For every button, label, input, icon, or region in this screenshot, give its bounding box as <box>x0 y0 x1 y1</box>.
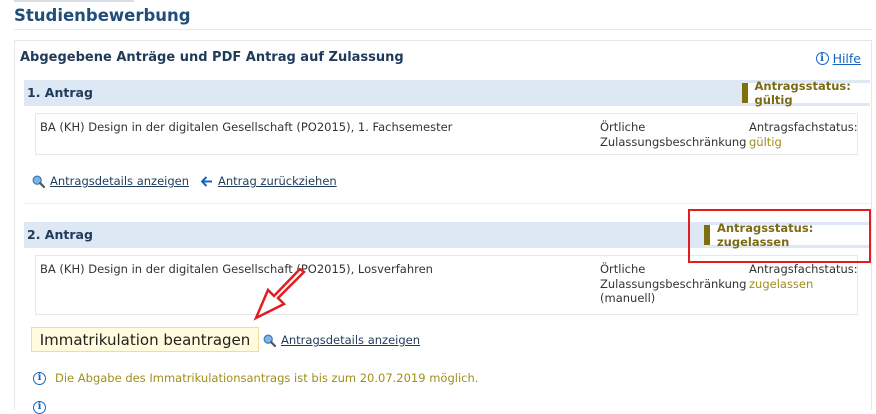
section-divider <box>24 203 870 204</box>
notice-text: Die Abgabe des Immatrikulationsantrags i… <box>55 371 479 385</box>
application-2-actions: Antragsdetails anzeigen <box>263 333 420 347</box>
application-1-status: Antragsstatus: gültig <box>754 79 851 107</box>
details-link[interactable]: Antragsdetails anzeigen <box>32 174 189 188</box>
title-divider <box>14 29 872 30</box>
application-1-actions: Antragsdetails anzeigen Antrag zurückzie… <box>32 174 337 188</box>
page-title: Studienbewerbung <box>14 6 191 25</box>
application-1-header: 1. Antrag Antragsstatus: gültig <box>24 79 870 107</box>
application-2-row: BA (KH) Design in der digitalen Gesellsc… <box>35 255 858 315</box>
magnifier-icon <box>263 334 276 347</box>
details-link-label: Antragsdetails anzeigen <box>281 333 421 347</box>
second-notice: i <box>33 394 46 414</box>
status-bar-icon <box>742 83 748 103</box>
panel-title: Abgegebene Anträge und PDF Antrag auf Zu… <box>20 50 404 65</box>
arrow-left-icon <box>201 175 213 187</box>
application-2-title: 2. Antrag <box>27 227 93 242</box>
zulassung-line: Zulassungsbeschränkung <box>600 134 747 149</box>
fach-status-value: zugelassen <box>749 276 814 291</box>
fach-status-value: gültig <box>749 134 782 149</box>
zulassung-line: Örtliche <box>600 262 646 276</box>
info-icon: i <box>815 52 829 65</box>
zulassung-type: Örtliche Zulassungsbeschränkung (manuell… <box>600 262 750 306</box>
application-1-status-badge: Antragsstatus: gültig <box>742 79 870 107</box>
zulassung-type: Örtliche Zulassungsbeschränkung <box>600 120 750 149</box>
application-1-row: BA (KH) Design in der digitalen Gesellsc… <box>35 113 858 155</box>
course-name: BA (KH) Design in der digitalen Gesellsc… <box>40 262 433 276</box>
withdraw-link[interactable]: Antrag zurückziehen <box>201 174 337 188</box>
zulassung-line: (manuell) <box>600 291 656 305</box>
details-link[interactable]: Antragsdetails anzeigen <box>263 333 420 347</box>
details-link-label: Antragsdetails anzeigen <box>50 174 190 188</box>
course-name: BA (KH) Design in der digitalen Gesellsc… <box>40 120 453 134</box>
withdraw-link-label: Antrag zurückziehen <box>218 174 337 188</box>
application-1-title: 1. Antrag <box>27 85 93 100</box>
fach-status: Antragsfachstatus: zugelassen <box>749 262 858 291</box>
magnifier-icon <box>32 175 45 188</box>
immatriculation-notice: i Die Abgabe des Immatrikulationsantrags… <box>33 371 478 385</box>
fach-status: Antragsfachstatus: gültig <box>749 120 858 149</box>
red-arrow-annotation <box>253 268 306 321</box>
fach-status-label: Antragsfachstatus: <box>749 262 858 276</box>
zulassung-line: Zulassungsbeschränkung <box>600 276 747 291</box>
help-label: Hilfe <box>832 51 861 66</box>
highlight-box <box>688 209 871 263</box>
help-link[interactable]: i Hilfe <box>815 51 861 66</box>
info-icon: i <box>33 371 46 385</box>
immatriculation-button[interactable]: Immatrikulation beantragen <box>31 327 259 352</box>
fach-status-label: Antragsfachstatus: <box>749 120 858 134</box>
info-icon: i <box>33 400 46 414</box>
zulassung-line: Örtliche <box>600 120 646 134</box>
